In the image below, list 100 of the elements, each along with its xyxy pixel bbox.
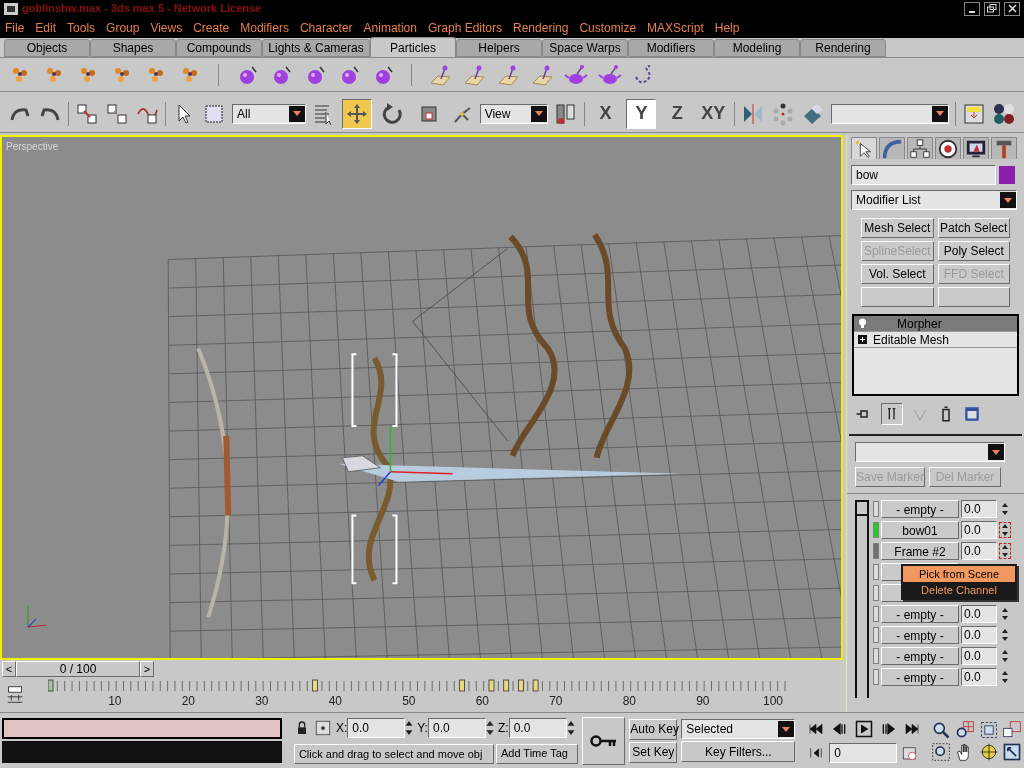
tab[interactable]: Lights & Cameras <box>262 39 370 57</box>
auto-key-button[interactable]: Auto Key <box>629 718 678 740</box>
maxscript-output-field[interactable] <box>2 741 282 763</box>
menu-item[interactable]: Tools <box>67 18 96 37</box>
menu-item[interactable]: Views <box>150 18 183 37</box>
channel-spinner[interactable] <box>999 606 1011 622</box>
tab[interactable]: Particles <box>370 37 456 57</box>
current-frame-field[interactable]: 0 <box>829 742 898 763</box>
channel-button[interactable]: bow01 <box>881 521 959 539</box>
key-filters-button[interactable]: Key Filters... <box>681 741 796 762</box>
channel-button[interactable]: - empty - <box>881 626 959 644</box>
channel-spinner[interactable] <box>999 648 1011 664</box>
tab[interactable]: Modeling <box>714 39 800 57</box>
channel-spinner[interactable] <box>999 501 1011 517</box>
menu-item[interactable]: Modifiers <box>240 18 289 37</box>
spinner-arrows-icon[interactable] <box>566 720 575 735</box>
channel-spinner[interactable] <box>999 669 1011 685</box>
channel-button[interactable]: - empty - <box>881 500 959 518</box>
channel-spinner[interactable] <box>999 627 1011 643</box>
key-marker[interactable] <box>459 679 465 692</box>
teapot-icon[interactable] <box>564 62 588 87</box>
time-slider-prev-button[interactable]: < <box>2 661 16 677</box>
tab[interactable]: Objects <box>4 39 90 57</box>
key-marker[interactable] <box>48 679 54 692</box>
channel-value-field[interactable]: 0.0 <box>961 626 997 644</box>
selection-filter-dropdown[interactable]: All <box>232 103 306 124</box>
context-menu-item[interactable]: Delete Channel <box>903 582 1015 598</box>
menu-item[interactable]: Group <box>106 18 140 37</box>
context-menu-item[interactable]: Pick from Scene <box>903 566 1015 582</box>
channel-value-field[interactable]: 0.0 <box>961 521 997 539</box>
region-zoom-icon[interactable] <box>931 741 952 762</box>
material-spheres-icon[interactable] <box>992 101 1016 126</box>
menu-item[interactable]: Character <box>299 18 353 37</box>
channel-spinner[interactable] <box>999 543 1011 559</box>
zoom-extents-all-icon[interactable] <box>1002 719 1023 740</box>
spinner-arrows-icon[interactable] <box>485 720 494 735</box>
modifier-list-dropdown[interactable]: Modifier List <box>851 190 1017 210</box>
tab[interactable]: Compounds <box>176 39 262 57</box>
key-mode-button[interactable] <box>581 716 626 765</box>
key-marker[interactable] <box>532 679 539 692</box>
axis-constraint-button[interactable]: X <box>590 98 621 129</box>
channel-button[interactable]: Frame #2 <box>881 542 959 560</box>
axis-constraint-button[interactable]: Y <box>626 98 657 129</box>
orbit-icon[interactable] <box>978 741 999 762</box>
channel-button[interactable]: - empty - <box>881 605 959 623</box>
restore-button[interactable] <box>984 1 1000 16</box>
key-marker[interactable] <box>312 679 318 692</box>
time-slider-next-button[interactable]: > <box>140 661 154 677</box>
empty-modifier-slot[interactable] <box>937 287 1010 307</box>
coordinate-field[interactable]: 0.0 <box>508 717 567 738</box>
curve-editor-icon[interactable] <box>962 101 986 126</box>
maxscript-listener-field[interactable] <box>2 718 282 739</box>
unlink-icon[interactable] <box>105 101 129 126</box>
light-bulb-icon[interactable] <box>858 318 867 329</box>
menu-item[interactable]: Help <box>714 18 740 37</box>
empty-modifier-slot[interactable] <box>861 287 934 307</box>
channel-value-field[interactable]: 0.0 <box>961 542 997 560</box>
menu-item[interactable]: Rendering <box>513 18 569 37</box>
object-name-field[interactable]: bow <box>851 165 996 185</box>
tab[interactable]: Space Warps <box>542 39 628 57</box>
channel-scrollbar[interactable] <box>855 500 869 698</box>
close-button[interactable] <box>1004 1 1020 16</box>
link-icon[interactable] <box>75 101 99 126</box>
reference-coordinate-dropdown[interactable]: View <box>479 103 548 124</box>
minimize-button[interactable] <box>964 1 980 16</box>
channel-value-field[interactable]: 0.0 <box>961 668 997 686</box>
play-icon[interactable] <box>855 719 874 738</box>
key-marker[interactable] <box>518 679 524 692</box>
coordinate-field[interactable]: 0.0 <box>347 717 406 738</box>
key-marker[interactable] <box>503 679 510 692</box>
axis-constraint-button[interactable]: Z <box>662 98 693 129</box>
modifier-set-button[interactable]: Mesh Select <box>861 218 934 238</box>
named-selection-dropdown[interactable] <box>831 103 949 124</box>
modifier-set-button[interactable]: Poly Select <box>937 241 1010 261</box>
channel-spinner[interactable] <box>999 522 1011 538</box>
spinner-arrows-icon[interactable] <box>405 720 414 735</box>
modifier-stack-item[interactable]: Editable Mesh <box>854 332 1017 348</box>
modifier-set-button[interactable]: Vol. Select <box>861 264 934 284</box>
axis-constraint-button[interactable]: XY <box>698 98 729 129</box>
zoom-extents-icon[interactable] <box>978 719 999 740</box>
tab[interactable]: Shapes <box>90 39 176 57</box>
tab[interactable]: Rendering <box>800 39 886 57</box>
tab[interactable]: Modifiers <box>628 39 714 57</box>
tab[interactable]: Helpers <box>456 39 542 57</box>
menu-item[interactable]: Animation <box>363 18 417 37</box>
channel-button[interactable]: - empty - <box>881 668 959 686</box>
menu-item[interactable]: Edit <box>35 18 57 37</box>
channel-value-field[interactable]: 0.0 <box>961 500 997 518</box>
menu-item[interactable]: File <box>5 18 25 37</box>
set-key-button[interactable]: Set Key <box>629 741 678 763</box>
coordinate-field[interactable]: 0.0 <box>427 717 486 738</box>
key-marker[interactable] <box>488 679 495 692</box>
modifier-set-button[interactable]: Patch Select <box>937 218 1010 238</box>
menu-item[interactable]: Graph Editors <box>428 18 503 37</box>
key-mode-dropdown[interactable]: Selected <box>681 719 796 739</box>
menu-item[interactable]: MAXScript <box>647 18 704 37</box>
modifier-stack-list[interactable]: Morpher Editable Mesh <box>852 314 1019 396</box>
modifier-stack-item[interactable]: Morpher <box>854 316 1017 332</box>
teapot-icon[interactable] <box>598 62 622 87</box>
marker-dropdown[interactable] <box>855 442 1005 462</box>
